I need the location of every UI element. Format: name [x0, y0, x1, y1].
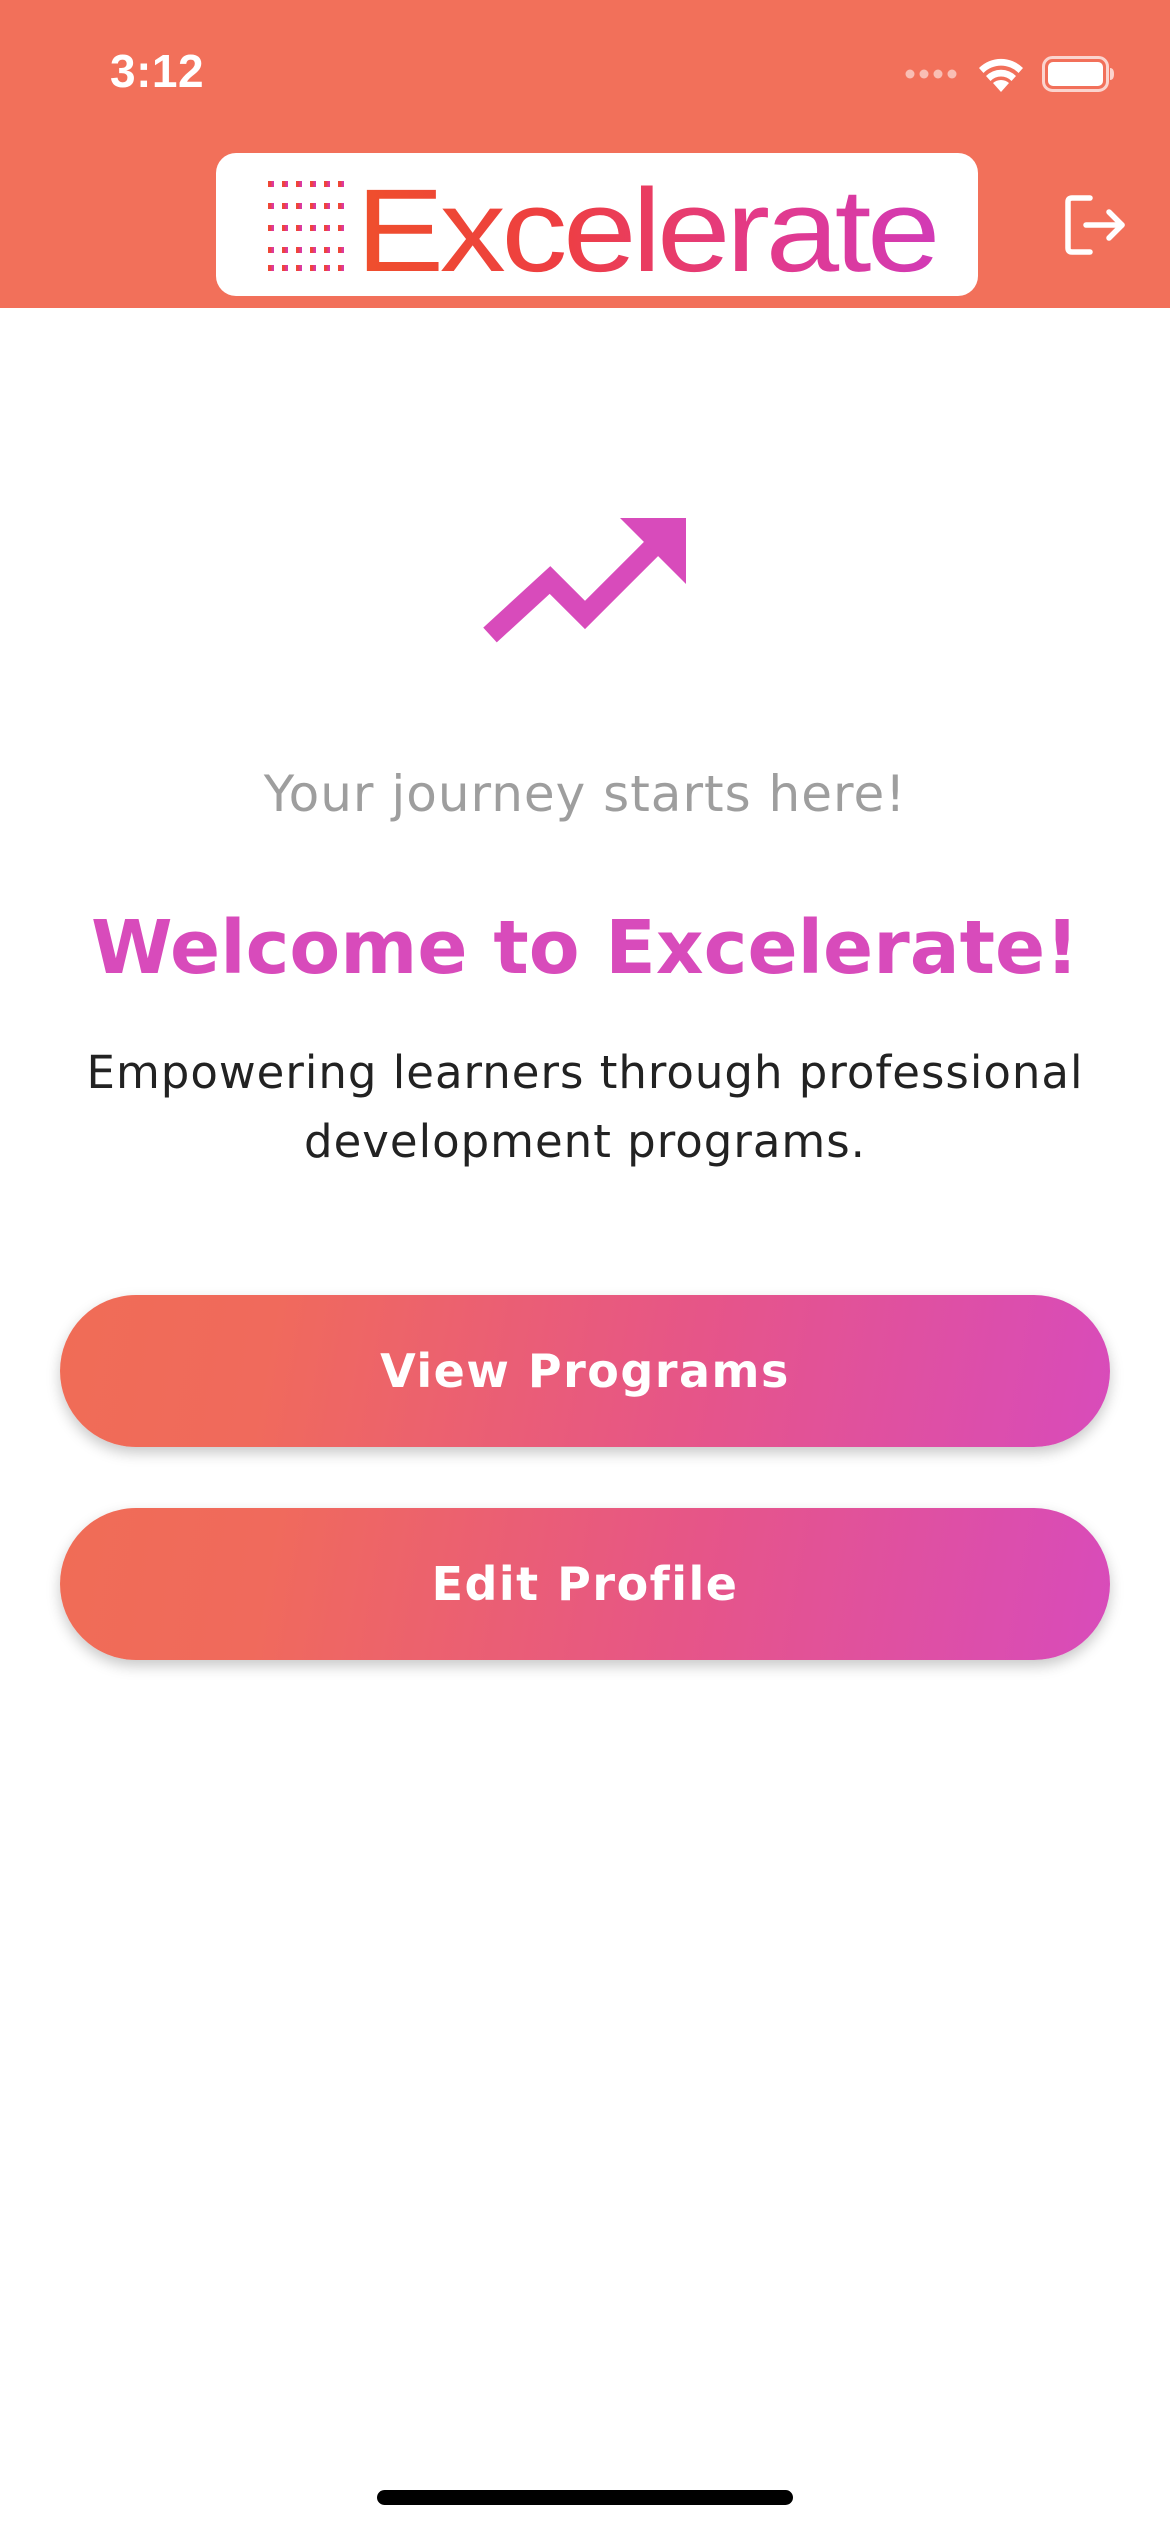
app-header: 3:12 Excelerate [0, 0, 1170, 308]
page-title: Welcome to Excelerate! [91, 905, 1079, 991]
edit-profile-label: Edit Profile [431, 1557, 739, 1611]
edit-profile-button[interactable]: Edit Profile [60, 1508, 1110, 1660]
home-screen: 3:12 Excelerate Your journey starts here… [0, 0, 1170, 2532]
description: Empowering learners through professional… [86, 1046, 1084, 1168]
logo-image: Excelerate [268, 165, 940, 296]
view-programs-button[interactable]: View Programs [60, 1295, 1110, 1447]
svg-text:Excelerate: Excelerate [356, 165, 936, 296]
trending-up-icon [483, 518, 686, 643]
cellular-signal-icon [905, 69, 957, 79]
battery-icon [1042, 56, 1114, 92]
logo: Excelerate [216, 153, 978, 296]
logout-icon[interactable] [1060, 190, 1130, 260]
view-programs-label: View Programs [380, 1344, 790, 1398]
status-icons [904, 52, 1116, 96]
home-indicator[interactable] [377, 2490, 793, 2505]
wifi-icon [979, 58, 1023, 92]
tagline: Your journey starts here! [263, 765, 907, 823]
status-time: 3:12 [110, 45, 205, 97]
